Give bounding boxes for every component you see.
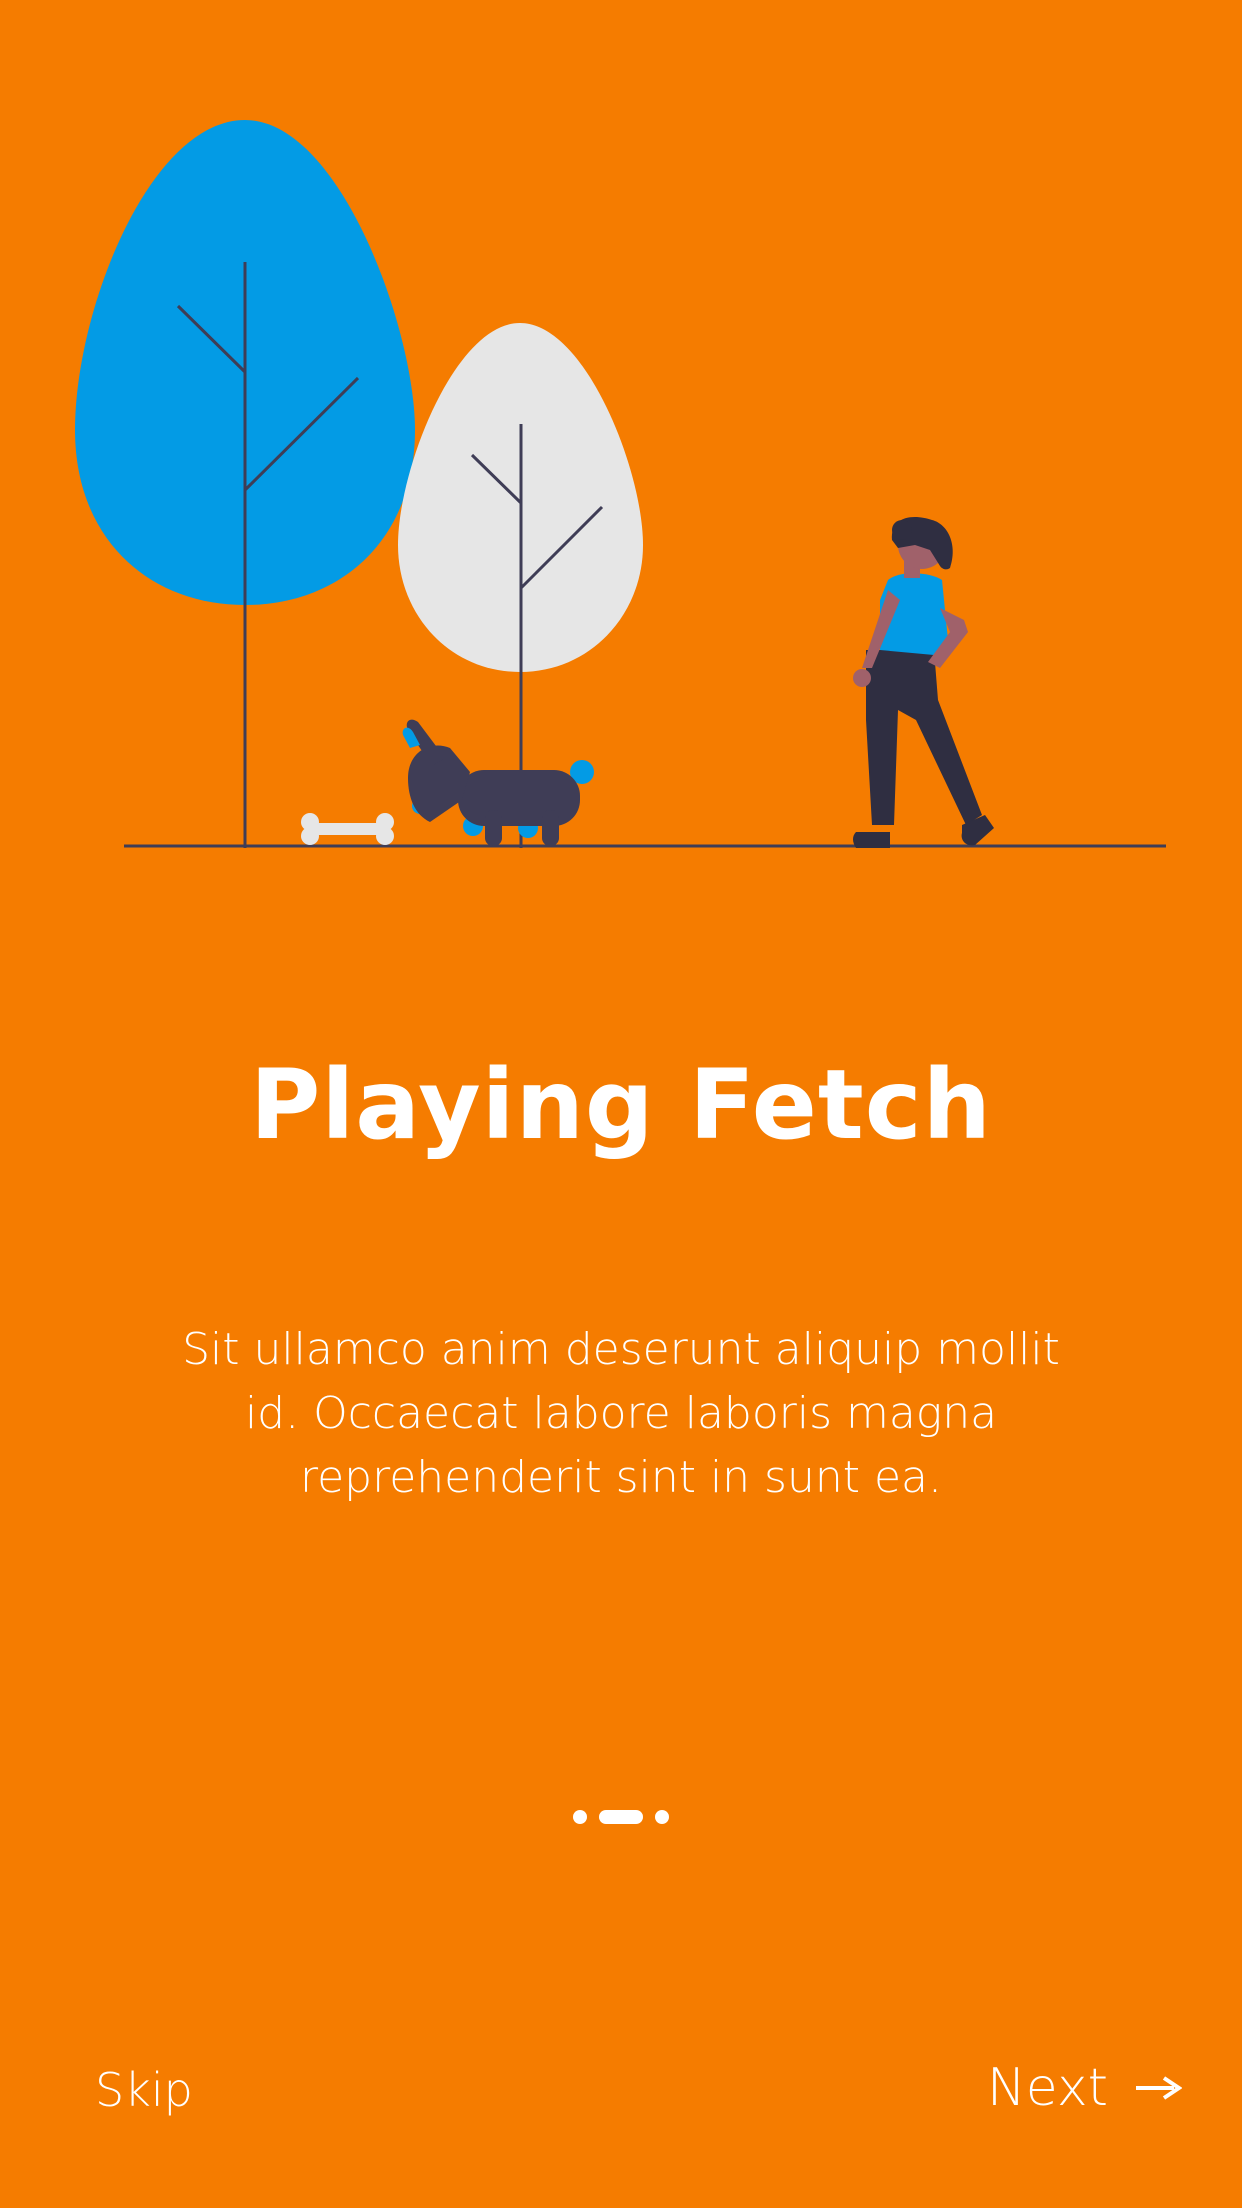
page-indicator-dot-1[interactable]: [573, 1810, 587, 1824]
next-button[interactable]: Next: [987, 2058, 1182, 2118]
next-button-label: Next: [986, 2058, 1108, 2118]
blue-tree-illustration: [75, 120, 415, 848]
onboarding-illustration: [75, 120, 1166, 848]
page-indicator: [0, 1808, 1242, 1826]
page-indicator-dot-3[interactable]: [655, 1810, 669, 1824]
skip-button[interactable]: Skip: [95, 2060, 193, 2120]
bone-icon: [301, 813, 394, 845]
page-description: Sit ullamco anim deserunt aliquip mollit…: [182, 1324, 1060, 1503]
page-indicator-dot-2-active[interactable]: [599, 1810, 643, 1824]
dog-illustration: [402, 719, 594, 846]
person-illustration: [853, 516, 994, 848]
page-title: Playing Fetch: [250, 1049, 992, 1161]
arrow-right-icon: [1136, 2076, 1182, 2100]
